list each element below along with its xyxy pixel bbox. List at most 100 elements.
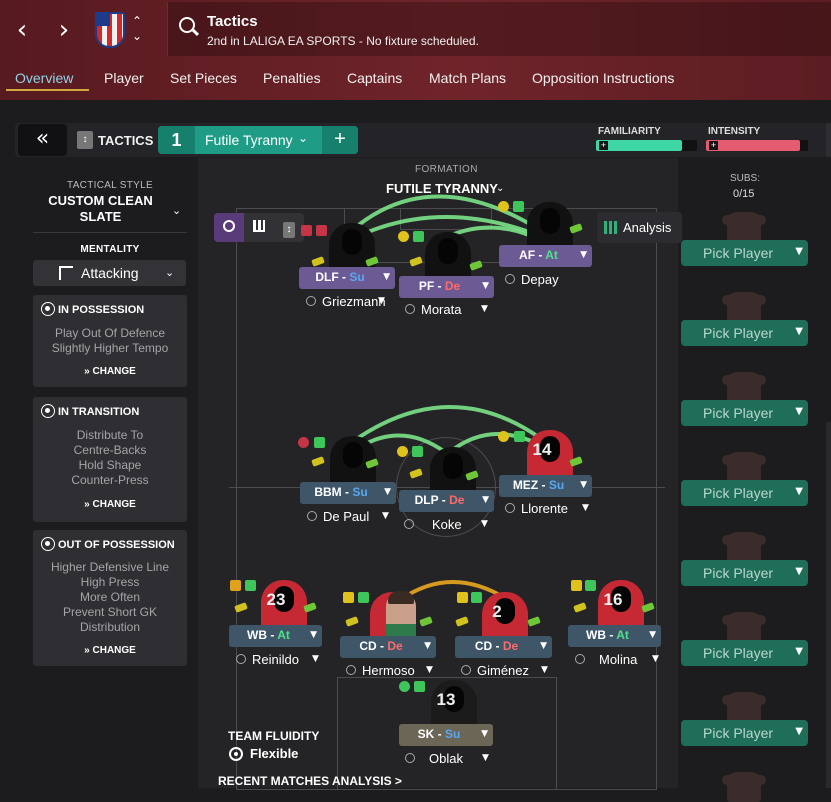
pick-player-label: Pick Player (703, 485, 774, 501)
pick-player-label: Pick Player (703, 325, 774, 341)
player-silhouette (342, 229, 362, 255)
sub-shirt-icon (722, 612, 766, 642)
pick-player-button[interactable]: Pick Player ▼ (681, 480, 808, 506)
chevron-down-icon: ▼ (541, 665, 548, 675)
role-selector[interactable]: PF - De ▼ (399, 276, 494, 298)
analysis-button[interactable]: Analysis (597, 212, 682, 243)
role-selector[interactable]: DLF - Su ▼ (299, 267, 395, 289)
shirt-number: 14 (532, 440, 552, 459)
role-selector[interactable]: CD - De ▼ (340, 636, 436, 658)
person-icon (307, 511, 317, 521)
info-icon[interactable]: ↕ (274, 213, 304, 242)
mood-icon (397, 446, 408, 457)
mood-icon (398, 231, 409, 242)
person-icon (306, 296, 316, 306)
person-icon (346, 665, 356, 675)
chevron-down-icon: ▼ (426, 665, 433, 675)
pick-player-button[interactable]: Pick Player ▼ (681, 240, 808, 266)
pick-player-label: Pick Player (703, 645, 774, 661)
status-badge (245, 580, 256, 591)
player-photo (386, 591, 416, 636)
chevron-down-icon: ▼ (795, 326, 803, 337)
pick-player-button[interactable]: Pick Player ▼ (681, 320, 808, 346)
role-selector[interactable]: MEZ - Su ▼ (499, 475, 592, 497)
pick-player-label: Pick Player (703, 405, 774, 421)
chevron-down-icon: ▼ (312, 654, 319, 664)
chevron-down-icon: ▼ (424, 641, 431, 651)
player-name[interactable]: Depay (505, 270, 591, 292)
role-selector[interactable]: WB - At ▼ (229, 625, 322, 647)
person-icon (505, 503, 515, 513)
status-badge (585, 580, 596, 591)
chevron-down-icon: ▼ (382, 511, 389, 521)
role-label: CD - De (474, 639, 519, 653)
chevron-down-icon: ▼ (795, 246, 803, 257)
role-selector[interactable]: BBM - Su ▼ (300, 482, 396, 504)
player-name[interactable]: Llorente ▼ (505, 499, 593, 521)
player-silhouette (540, 208, 560, 234)
role-label: MEZ - Su (512, 478, 565, 492)
chevron-down-icon: ▼ (481, 304, 488, 314)
bar-chart-icon[interactable] (244, 213, 274, 242)
chevron-down-icon: ▼ (795, 406, 803, 417)
pick-player-button[interactable]: Pick Player ▼ (681, 400, 808, 426)
view-switcher: ↕ (214, 213, 304, 242)
pick-player-label: Pick Player (703, 565, 774, 581)
chevron-down-icon: ▼ (580, 250, 587, 260)
analysis-label: Analysis (623, 220, 672, 235)
chevron-down-icon: ▼ (378, 296, 385, 306)
player-name[interactable]: Reinildo ▼ (236, 650, 324, 672)
person-icon (236, 654, 246, 664)
chevron-down-icon: ▼ (383, 272, 390, 282)
chevron-down-icon: ▼ (540, 641, 547, 651)
role-label: WB - At (586, 628, 629, 642)
status-badge (301, 225, 312, 236)
role-selector[interactable]: WB - At ▼ (568, 625, 661, 647)
chevron-down-icon: ▼ (482, 753, 489, 763)
status-badge (412, 446, 423, 457)
chevron-down-icon: ▼ (652, 654, 659, 664)
sub-shirt-icon (722, 532, 766, 562)
player-name[interactable]: Morata ▼ (405, 300, 491, 322)
role-label: CD - De (359, 639, 403, 653)
grid-icon (604, 221, 617, 234)
player-silhouette (343, 442, 363, 468)
role-selector[interactable]: DLP - De ▼ (399, 490, 494, 512)
player-name[interactable]: Koke ▼ (404, 515, 492, 537)
player-name[interactable]: Oblak ▼ (405, 749, 493, 771)
chevron-down-icon: ▼ (580, 480, 587, 490)
chevron-down-icon: ▼ (649, 630, 656, 640)
sub-shirt-icon (722, 292, 766, 322)
player-view-icon[interactable] (214, 213, 244, 242)
status-badge (358, 592, 369, 603)
role-label: PF - De (418, 279, 461, 293)
mood-icon (498, 201, 509, 212)
player-name[interactable]: Griezmann ▼ (306, 292, 392, 314)
recent-matches-link[interactable]: RECENT MATCHES ANALYSIS > (218, 774, 402, 788)
player-silhouette (438, 238, 458, 264)
person-icon (404, 519, 414, 529)
subs-count: 0/15 (733, 188, 755, 200)
role-selector[interactable]: CD - De ▼ (455, 636, 552, 658)
role-label: WB - At (247, 628, 290, 642)
sub-shirt-icon (722, 372, 766, 402)
person-icon (405, 304, 415, 314)
person-icon (575, 654, 585, 664)
chevron-down-icon: ▼ (795, 646, 803, 657)
person-icon (505, 274, 515, 284)
pick-player-button[interactable]: Pick Player ▼ (681, 560, 808, 586)
player-name[interactable]: De Paul ▼ (307, 507, 395, 529)
player-silhouette (443, 453, 463, 479)
shirt-number: 13 (436, 690, 456, 709)
role-label: AF - At (519, 248, 558, 262)
chevron-down-icon: ▼ (310, 630, 317, 640)
role-selector[interactable]: SK - Su ▼ (399, 724, 493, 746)
status-badge (414, 681, 425, 692)
role-selector[interactable]: AF - At ▼ (499, 245, 592, 267)
mood-icon (498, 431, 509, 442)
player-name[interactable]: Molina ▼ (575, 650, 663, 672)
right-panel-edge (826, 422, 831, 788)
pick-player-button[interactable]: Pick Player ▼ (681, 720, 808, 746)
pick-player-button[interactable]: Pick Player ▼ (681, 640, 808, 666)
person-icon (405, 753, 415, 763)
